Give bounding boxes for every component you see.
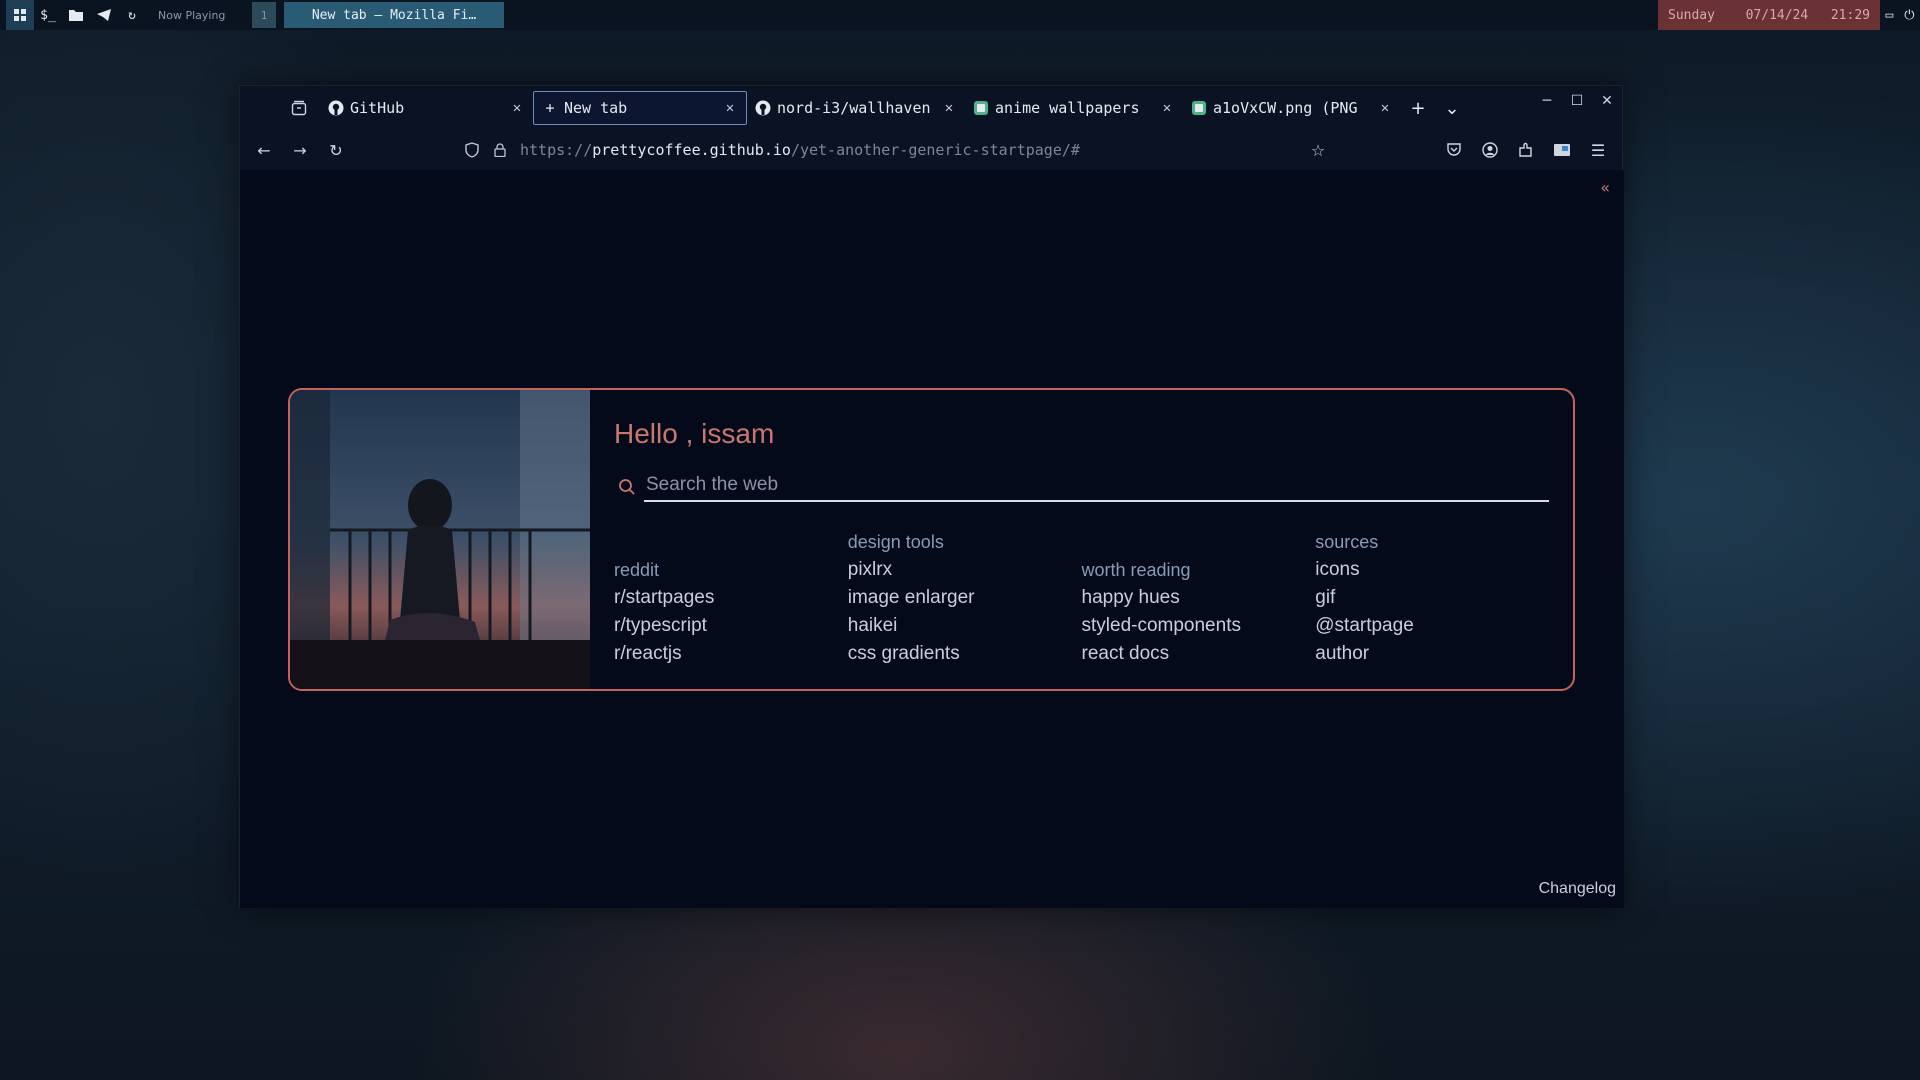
extensions-icon[interactable]	[1510, 134, 1542, 166]
bookmark-star-icon[interactable]: ☆	[1302, 134, 1334, 166]
tab-image-png[interactable]: a1oVxCW.png (PNG ✕	[1183, 91, 1401, 125]
link-author[interactable]: author	[1315, 640, 1549, 668]
back-icon[interactable]: ←	[246, 134, 282, 166]
link-gif[interactable]: gif	[1315, 584, 1549, 612]
screen-icon[interactable]: ▭	[1885, 8, 1893, 23]
chevron-down-icon[interactable]: ⌄	[1435, 91, 1469, 125]
pocket-icon[interactable]	[1438, 134, 1470, 166]
link-css-gradients[interactable]: css gradients	[848, 640, 1082, 668]
link-r-reactjs[interactable]: r/reactjs	[614, 640, 848, 668]
date-label: 07/14/24	[1745, 7, 1809, 23]
time-label: 21:29	[1830, 7, 1870, 23]
link-column-sources: sources icons gif @startpage author	[1315, 528, 1549, 668]
browser-window: GitHub ✕ + New tab ✕ nord-i3/wallhaven ✕…	[239, 85, 1624, 908]
link-r-typescript[interactable]: r/typescript	[614, 612, 848, 640]
link-pixlrx[interactable]: pixlrx	[848, 556, 1082, 584]
greeting-heading: Hello , issam	[614, 418, 775, 449]
column-heading	[614, 528, 848, 556]
link-haikei[interactable]: haikei	[848, 612, 1082, 640]
system-tray: ▭ ⏻	[1880, 0, 1920, 30]
close-icon[interactable]: ✕	[509, 100, 525, 116]
column-heading: design tools	[847, 532, 944, 552]
forward-icon[interactable]: →	[282, 134, 318, 166]
lock-icon[interactable]	[486, 143, 514, 157]
power-icon[interactable]: ⏻	[1904, 8, 1914, 23]
container-extension-icon[interactable]	[1546, 134, 1578, 166]
datetime-block: Sunday 07/14/24 21:29	[1658, 0, 1880, 30]
close-icon[interactable]: ✕	[941, 100, 957, 116]
close-icon[interactable]: ✕	[722, 100, 738, 116]
search-row	[614, 472, 1549, 502]
plus-icon: +	[545, 99, 555, 117]
link-icons[interactable]: icons	[1315, 556, 1549, 584]
search-icon	[618, 478, 644, 496]
tab-bar: GitHub ✕ + New tab ✕ nord-i3/wallhaven ✕…	[240, 86, 1622, 130]
new-tab-button[interactable]: +	[1401, 91, 1435, 125]
terminal-icon[interactable]: $_	[34, 0, 62, 30]
column-group-label: worth reading	[1081, 560, 1191, 580]
tab-new-tab[interactable]: + New tab ✕	[533, 91, 747, 125]
anime-girl-balcony-image	[290, 390, 590, 689]
startpage-card: Hello , issam reddit r/startpages r/type…	[288, 388, 1575, 691]
tab-label: New tab	[564, 99, 628, 117]
tab-label: GitHub	[350, 99, 405, 117]
account-icon[interactable]	[1474, 134, 1506, 166]
system-topbar: $_ ↻ Now Playing 1 New tab — Mozilla Fi……	[0, 0, 1920, 30]
changelog-link[interactable]: Changelog	[1539, 880, 1616, 898]
double-chevron-left-icon[interactable]: «	[1600, 178, 1610, 197]
github-icon	[328, 100, 344, 116]
tab-anime-wallpapers[interactable]: anime wallpapers ✕	[965, 91, 1183, 125]
wallhaven-icon	[1191, 100, 1207, 116]
link-styled-components[interactable]: styled-components	[1082, 612, 1316, 640]
startpage: « Hello , issam Search the web reddit r/…	[240, 170, 1624, 908]
minimize-icon[interactable]: ─	[1536, 90, 1558, 112]
tab-label: anime wallpapers	[995, 99, 1140, 117]
now-playing-label: Now Playing	[158, 8, 226, 22]
active-window-title[interactable]: New tab — Mozilla Fi…	[284, 2, 504, 28]
window-controls: ─ ☐ ✕	[1536, 90, 1618, 112]
tab-label: a1oVxCW.png (PNG	[1213, 99, 1358, 117]
close-icon[interactable]: ✕	[1377, 100, 1393, 116]
close-window-icon[interactable]: ✕	[1596, 90, 1618, 112]
toolbar-right: ☰	[1438, 134, 1614, 166]
hamburger-menu-icon[interactable]: ☰	[1582, 134, 1614, 166]
card-main: Hello , issam reddit r/startpages r/type…	[614, 418, 1549, 668]
link-column-reddit: reddit r/startpages r/typescript r/react…	[614, 528, 848, 668]
url-bar[interactable]: https://prettycoffee.github.io/yet-anoth…	[458, 134, 1338, 166]
nav-bar: ← → ↻ https://prettycoffee.github.io/yet…	[240, 130, 1622, 170]
close-icon[interactable]: ✕	[1159, 100, 1175, 116]
column-group-label: reddit	[614, 560, 660, 580]
url-scheme: https://	[520, 141, 593, 159]
tab-github[interactable]: GitHub ✕	[320, 91, 533, 125]
tab-nord-i3[interactable]: nord-i3/wallhaven ✕	[747, 91, 965, 125]
workspace-indicator[interactable]: 1	[252, 2, 276, 28]
folder-icon[interactable]	[62, 0, 90, 30]
link-startpage[interactable]: @startpage	[1315, 612, 1549, 640]
link-column-design-tools: design tools pixlrx image enlarger haike…	[848, 528, 1082, 668]
tab-overview-icon[interactable]	[282, 91, 316, 125]
shield-icon[interactable]	[458, 142, 486, 158]
day-label: Sunday	[1668, 7, 1715, 23]
link-r-startpages[interactable]: r/startpages	[614, 584, 848, 612]
search-input[interactable]	[644, 472, 1549, 502]
app-grid-icon[interactable]	[6, 0, 34, 30]
link-react-docs[interactable]: react docs	[1082, 640, 1316, 668]
telegram-icon[interactable]	[90, 0, 118, 30]
github-icon	[755, 100, 771, 116]
link-happy-hues[interactable]: happy hues	[1082, 584, 1316, 612]
column-heading: sources	[1315, 532, 1379, 552]
wallhaven-icon	[973, 100, 989, 116]
link-columns: reddit r/startpages r/typescript r/react…	[614, 528, 1549, 668]
link-column-worth-reading: worth reading happy hues styled-componen…	[1082, 528, 1316, 668]
url-host: prettycoffee.github.io	[592, 141, 791, 159]
refresh-icon[interactable]: ↻	[118, 0, 146, 30]
reload-icon[interactable]: ↻	[318, 134, 354, 166]
tab-label: nord-i3/wallhaven	[777, 99, 931, 117]
maximize-icon[interactable]: ☐	[1566, 90, 1588, 112]
column-heading	[1082, 528, 1316, 556]
link-image-enlarger[interactable]: image enlarger	[848, 584, 1082, 612]
url-path: /yet-another-generic-startpage/#	[790, 141, 1080, 159]
url-text[interactable]: https://prettycoffee.github.io/yet-anoth…	[520, 141, 1080, 159]
